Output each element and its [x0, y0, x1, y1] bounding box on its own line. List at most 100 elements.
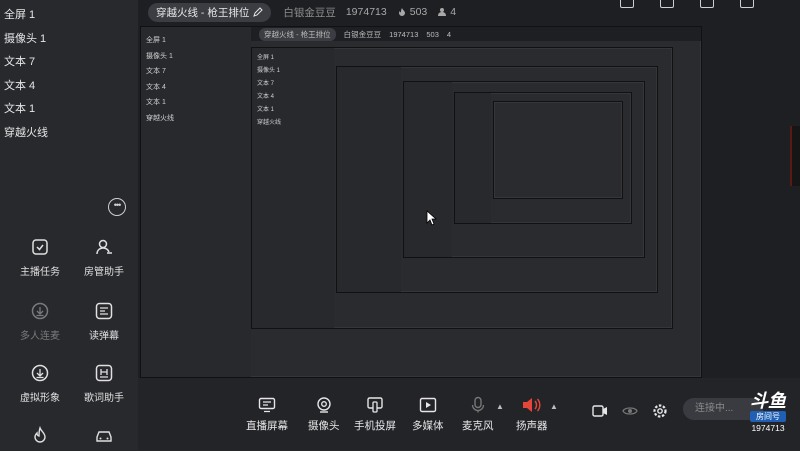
preview-source: 文本 7: [146, 68, 166, 75]
flame-icon: [34, 426, 46, 443]
preview-source: 全屏 1: [146, 37, 166, 44]
tool-room-manager[interactable]: 房管助手: [72, 238, 136, 278]
task-icon: [32, 239, 48, 255]
preview-source: 穿越火线: [257, 120, 282, 126]
tool-car[interactable]: [72, 426, 136, 451]
preview-source: 全屏 1: [257, 55, 275, 61]
window-icon[interactable]: [660, 0, 674, 8]
tool-label: 摄像头: [308, 420, 340, 432]
heat-stat: 503: [397, 6, 428, 18]
speaker-caret-icon[interactable]: ▲: [550, 402, 558, 411]
tool-label: 麦克风: [462, 420, 494, 432]
tool-phone-cast[interactable]: 手机投屏: [354, 396, 396, 433]
preview-source: 文本 1: [146, 99, 166, 106]
tool-label: 直播屏幕: [246, 420, 288, 432]
preview-frame-sidebar: [455, 93, 491, 223]
logo-badge: 房间号: [750, 411, 786, 422]
preview-frame-sources: 全屏 1 摄像头 1 文本 7 文本 4 文本 1 穿越火线: [143, 33, 243, 126]
speaker-icon: [522, 398, 541, 412]
danmaku-icon: [95, 302, 113, 320]
source-item[interactable]: 穿越火线: [0, 122, 138, 146]
tool-label: 扬声器: [516, 420, 548, 432]
tool-label: 主播任务: [20, 267, 60, 278]
settings-icon[interactable]: [652, 403, 668, 419]
download-icon: [31, 364, 49, 382]
room-title-chip[interactable]: 穿越火线 - 枪王排位: [148, 2, 272, 22]
tool-microphone[interactable]: 麦克风: [462, 396, 494, 433]
room-title: 穿越火线 - 枪王排位: [156, 6, 250, 19]
microphone-icon: [471, 396, 484, 413]
user-icon: [438, 8, 447, 16]
preview-source: 文本 4: [146, 83, 166, 91]
logo-room-id: 1974713: [751, 423, 785, 433]
logo-mark: 斗鱼: [750, 391, 786, 411]
source-item[interactable]: 全屏 1: [0, 4, 138, 28]
screen-icon: [258, 397, 276, 413]
tool-live-screen[interactable]: 直播屏幕: [246, 396, 288, 433]
viewer-stat: 4: [437, 6, 456, 18]
heat-value: 503: [409, 6, 428, 18]
tool-label: 虚拟形象: [20, 393, 60, 404]
preview-frame-sidebar: [337, 67, 401, 292]
tool-label: 读弹幕: [89, 331, 119, 342]
car-icon: [96, 431, 112, 442]
edit-icon[interactable]: [253, 7, 264, 17]
tool-label: 多媒体: [412, 420, 444, 432]
preview-frame-header: 穿越火线 - 枪王排位 白银金豆豆 1974713 503 4: [251, 27, 701, 41]
stream-thumbnail: [790, 126, 800, 186]
preview-frame: [403, 81, 645, 258]
eye-icon[interactable]: [622, 404, 638, 418]
source-list: 全屏 1 摄像头 1 文本 7 文本 4 文本 1 穿越火线: [0, 0, 138, 145]
tool-streamer-task[interactable]: 主播任务: [8, 238, 72, 278]
tool-read-danmaku[interactable]: 读弹幕: [72, 302, 136, 342]
room-id: 1974713: [346, 6, 387, 18]
preview-frame-viewers: 4: [446, 29, 452, 39]
room-id-value: 1974713: [345, 6, 387, 18]
viewer-value: 4: [450, 6, 457, 18]
bottom-toolbar: 直播屏幕 摄像头 手机投屏 多媒体 麦克风 ▲ 扬声器 ▲ 连接中...: [138, 378, 800, 450]
tool-virtual-avatar[interactable]: 虚拟形象: [8, 364, 72, 404]
preview-frame: [493, 101, 623, 199]
left-panel: 全屏 1 摄像头 1 文本 7 文本 4 文本 1 穿越火线 ••• 主播任务 …: [0, 0, 139, 450]
window-icon[interactable]: [700, 0, 714, 8]
tool-label: 歌词助手: [84, 393, 124, 404]
more-options-button[interactable]: •••: [108, 198, 126, 216]
preview-frame-sidebar: [404, 82, 452, 257]
douyu-logo: 斗鱼 房间号 1974713: [744, 392, 792, 442]
manager-icon: [96, 239, 112, 255]
phone-cast-icon: [367, 397, 383, 413]
lyrics-icon: [95, 364, 113, 382]
record-icon[interactable]: [592, 404, 608, 418]
source-item[interactable]: 文本 7: [0, 51, 138, 75]
preview-source: 穿越火线: [146, 114, 174, 122]
window-controls: [620, 0, 754, 8]
tool-speaker[interactable]: 扬声器: [516, 396, 548, 433]
tool-multi-mic[interactable]: 多人连麦: [8, 302, 72, 342]
preview-frame-title: 穿越火线 - 枪王排位: [259, 27, 336, 41]
tool-label: 多人连麦: [20, 331, 60, 342]
mouse-cursor-icon: [426, 210, 438, 226]
microphone-caret-icon[interactable]: ▲: [496, 402, 504, 411]
download-icon: [31, 302, 49, 320]
media-icon: [419, 397, 436, 413]
tool-label: 手机投屏: [354, 420, 396, 432]
preview-source: 摄像头 1: [146, 52, 173, 60]
bean-label[interactable]: 白银金豆豆: [283, 5, 336, 20]
tool-multimedia[interactable]: 多媒体: [412, 396, 444, 433]
tool-camera[interactable]: 摄像头: [308, 396, 340, 433]
preview-frame-id: 1974713: [389, 29, 419, 39]
preview-area: 穿越火线 - 枪王排位 白银金豆豆 1974713 503 4 穿越火线 - 枪…: [138, 0, 800, 450]
preview-frame-bean: 白银金豆豆: [343, 29, 382, 39]
window-icon[interactable]: [620, 0, 634, 8]
source-item[interactable]: 摄像头 1: [0, 28, 138, 52]
tool-lyrics-assistant[interactable]: 歌词助手: [72, 364, 136, 404]
source-item[interactable]: 文本 4: [0, 75, 138, 99]
preview-frame: 全屏 1 摄像头 1 文本 7 文本 4 文本 1 穿越火线: [251, 47, 673, 329]
source-item[interactable]: 文本 1: [0, 98, 138, 122]
preview-source: 文本 4: [257, 94, 275, 100]
preview-source: 摄像头 1: [257, 68, 281, 74]
stream-preview-strip: [752, 0, 800, 400]
tool-label: 房管助手: [84, 267, 124, 278]
tool-fire[interactable]: [8, 426, 72, 451]
preview-frame-heat: 503: [426, 29, 439, 39]
